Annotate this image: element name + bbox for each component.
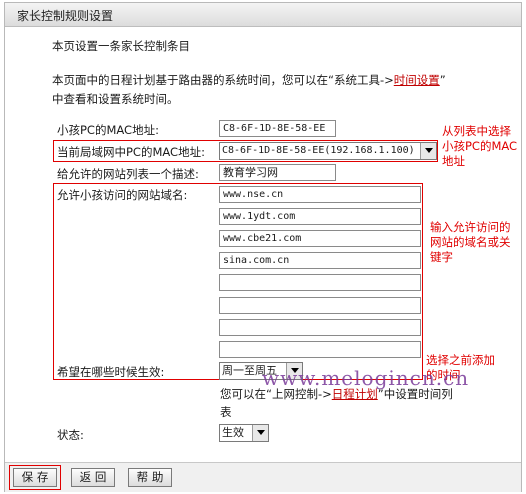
annotation-line: 输入允许访问的: [430, 220, 511, 234]
desc-label: 给允许的网站列表一个描述:: [57, 167, 199, 181]
note-text: 本页面中的日程计划基于路由器的系统时间，您可以在“系统工具->: [52, 73, 394, 87]
domain-input-5[interactable]: [219, 274, 421, 291]
note-text-end: ”: [439, 73, 446, 87]
lan-mac-selected: C8-6F-1D-8E-58-EE(192.168.1.100): [222, 145, 415, 156]
time-settings-link[interactable]: 时间设置: [394, 73, 440, 87]
schedule-label: 希望在哪些时候生效:: [57, 365, 165, 379]
annotation-select-mac: 从列表中选择 小孩PC的MAC 地址: [442, 124, 517, 169]
watermark: www.melogincn.cn: [262, 366, 470, 390]
status-select[interactable]: 生效: [219, 424, 269, 442]
child-mac-label: 小孩PC的MAC地址:: [57, 123, 159, 137]
schedule-note-line-2: 表: [220, 405, 232, 419]
domain-input-4[interactable]: sina.com.cn: [219, 252, 421, 269]
annotation-domains: 输入允许访问的 网站的域名或关 键字: [430, 220, 511, 265]
note-line-2: 中查看和设置系统时间。: [52, 92, 179, 106]
help-button[interactable]: 帮 助: [128, 468, 172, 487]
title-bar: 家长控制规则设置: [5, 3, 521, 27]
domain-input-7[interactable]: [219, 319, 421, 336]
annotation-line: 小孩PC的MAC: [442, 139, 518, 153]
note-line-1: 本页面中的日程计划基于路由器的系统时间，您可以在“系统工具->时间设置”: [52, 72, 446, 88]
domain-input-3[interactable]: www.cbe21.com: [219, 230, 421, 247]
domains-label: 允许小孩访问的网站域名:: [57, 188, 188, 202]
domain-input-2[interactable]: www.1ydt.com: [219, 208, 421, 225]
status-label: 状态:: [57, 428, 84, 442]
annotation-line: 地址: [442, 154, 465, 168]
domain-input-1[interactable]: www.nse.cn: [219, 186, 421, 203]
lan-mac-select[interactable]: C8-6F-1D-8E-58-EE(192.168.1.100): [219, 142, 437, 160]
page-title: 家长控制规则设置: [17, 9, 114, 23]
intro-text: 本页设置一条家长控制条目: [52, 39, 190, 53]
chevron-down-icon[interactable]: [420, 143, 436, 159]
child-mac-input[interactable]: C8-6F-1D-8E-58-EE: [219, 120, 336, 137]
lan-mac-label: 当前局域网中PC的MAC地址:: [57, 145, 205, 159]
chevron-down-icon[interactable]: [252, 425, 268, 441]
annotation-line: 网站的域名或关: [430, 235, 511, 249]
back-button[interactable]: 返 回: [71, 468, 115, 487]
domain-input-8[interactable]: [219, 341, 421, 358]
desc-input[interactable]: 教育学习网: [219, 164, 336, 181]
annotation-line: 从列表中选择: [442, 124, 511, 138]
save-button[interactable]: 保 存: [13, 468, 57, 487]
status-selected: 生效: [222, 426, 244, 439]
domain-input-6[interactable]: [219, 297, 421, 314]
annotation-line: 键字: [430, 250, 453, 264]
